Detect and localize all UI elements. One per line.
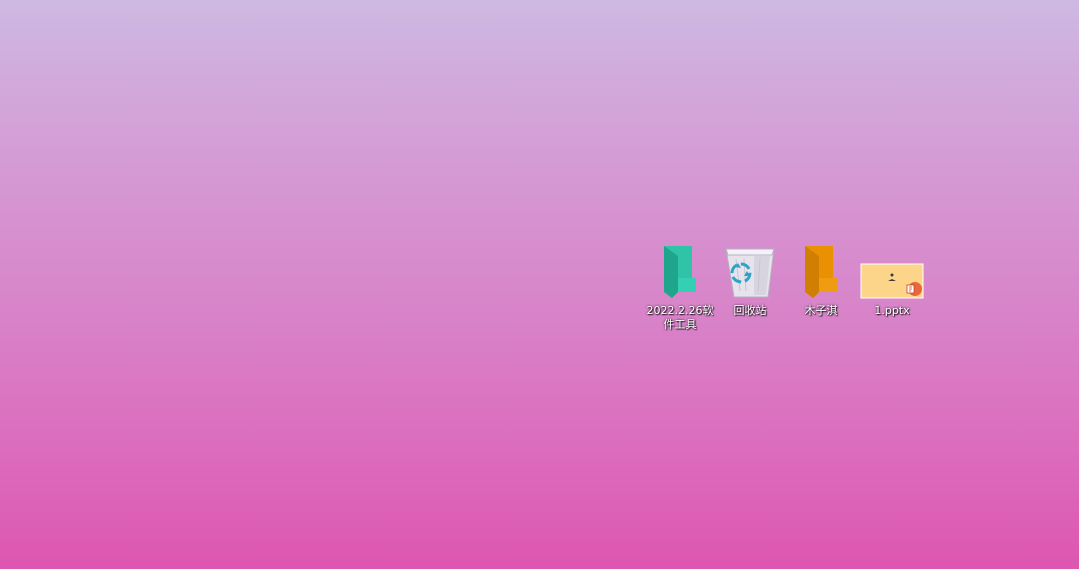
desktop-icon-folder-tools[interactable]: 2022.2.26软件工具	[645, 238, 715, 332]
desktop-icon-label: 木子淇	[804, 304, 838, 317]
desktop-icon-recycle-bin[interactable]: 回收站	[715, 238, 785, 318]
desktop-icon-label: 1.pptx	[874, 304, 910, 317]
desktop-icon-label: 回收站	[733, 304, 767, 317]
recycle-bin-icon	[715, 238, 785, 302]
desktop[interactable]: 2022.2.26软件工具 回收站 木子淇 1.pptx	[0, 0, 1079, 569]
teal-folder-icon	[645, 238, 715, 302]
pptx-file-icon	[857, 238, 927, 302]
desktop-icon-folder-muziqi[interactable]: 木子淇	[786, 238, 856, 318]
orange-folder-icon	[786, 238, 856, 302]
desktop-icon-label: 2022.2.26软件工具	[646, 304, 714, 331]
desktop-icon-pptx-file[interactable]: 1.pptx	[857, 238, 927, 318]
